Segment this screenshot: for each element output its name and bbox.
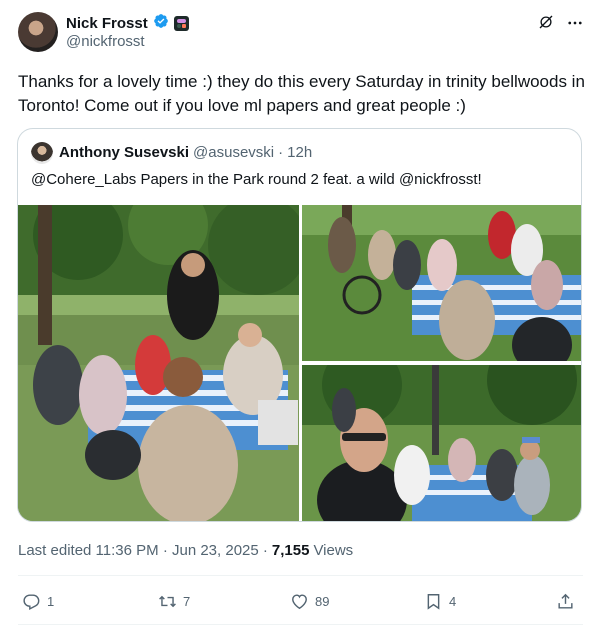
views-count: 7,155	[271, 542, 310, 559]
post-meta: Last edited 11:36 PM · Jun 23, 2025 · 7,…	[18, 542, 353, 559]
author-name-row: Nick Frosst	[66, 13, 189, 34]
bookmark-count: 4	[449, 594, 457, 609]
author-display-name[interactable]: Nick Frosst	[66, 15, 148, 32]
repost-button[interactable]: 7	[158, 592, 190, 611]
repost-count: 7	[183, 594, 191, 609]
quote-handle: @asusevski	[193, 144, 275, 161]
reply-button[interactable]: 1	[22, 592, 54, 611]
bookmark-icon	[427, 594, 440, 610]
author-avatar[interactable]	[18, 12, 58, 52]
cohere-affiliate-icon[interactable]	[173, 16, 189, 31]
like-button[interactable]: 89	[290, 592, 329, 611]
repost-icon	[159, 595, 176, 608]
verified-badge-icon	[153, 13, 169, 34]
quote-header: Anthony Susevski @asusevski · 12h	[59, 144, 312, 161]
quoted-post[interactable]: Anthony Susevski @asusevski · 12h @Coher…	[17, 128, 582, 522]
divider	[18, 575, 583, 576]
grok-icon[interactable]	[537, 13, 555, 31]
quote-author-avatar	[31, 142, 53, 164]
photo-selfie-group[interactable]	[302, 365, 581, 521]
quote-media-grid	[18, 205, 581, 521]
quote-separator: ·	[278, 144, 284, 161]
more-options-icon[interactable]	[566, 14, 584, 32]
like-count: 89	[315, 594, 330, 609]
post-text: Thanks for a lovely time :) they do this…	[18, 72, 585, 115]
bookmark-button[interactable]: 4	[424, 592, 456, 611]
edited-timestamp[interactable]: Last edited 11:36 PM · Jun 23, 2025 ·	[18, 542, 268, 559]
photo-picnic-group[interactable]	[18, 205, 299, 521]
views-label: Views	[313, 542, 354, 559]
share-button[interactable]	[556, 592, 575, 611]
share-icon	[558, 593, 573, 609]
bottom-divider	[18, 624, 583, 625]
quote-time: 12h	[287, 144, 313, 161]
reply-count: 1	[47, 594, 55, 609]
heart-icon	[292, 594, 307, 610]
reply-icon	[23, 594, 40, 611]
quote-text: @Cohere_Labs Papers in the Park round 2 …	[31, 171, 482, 188]
quote-display-name: Anthony Susevski	[59, 144, 190, 161]
author-handle[interactable]: @nickfrosst	[66, 33, 145, 50]
photo-group-at-table[interactable]	[302, 205, 581, 361]
